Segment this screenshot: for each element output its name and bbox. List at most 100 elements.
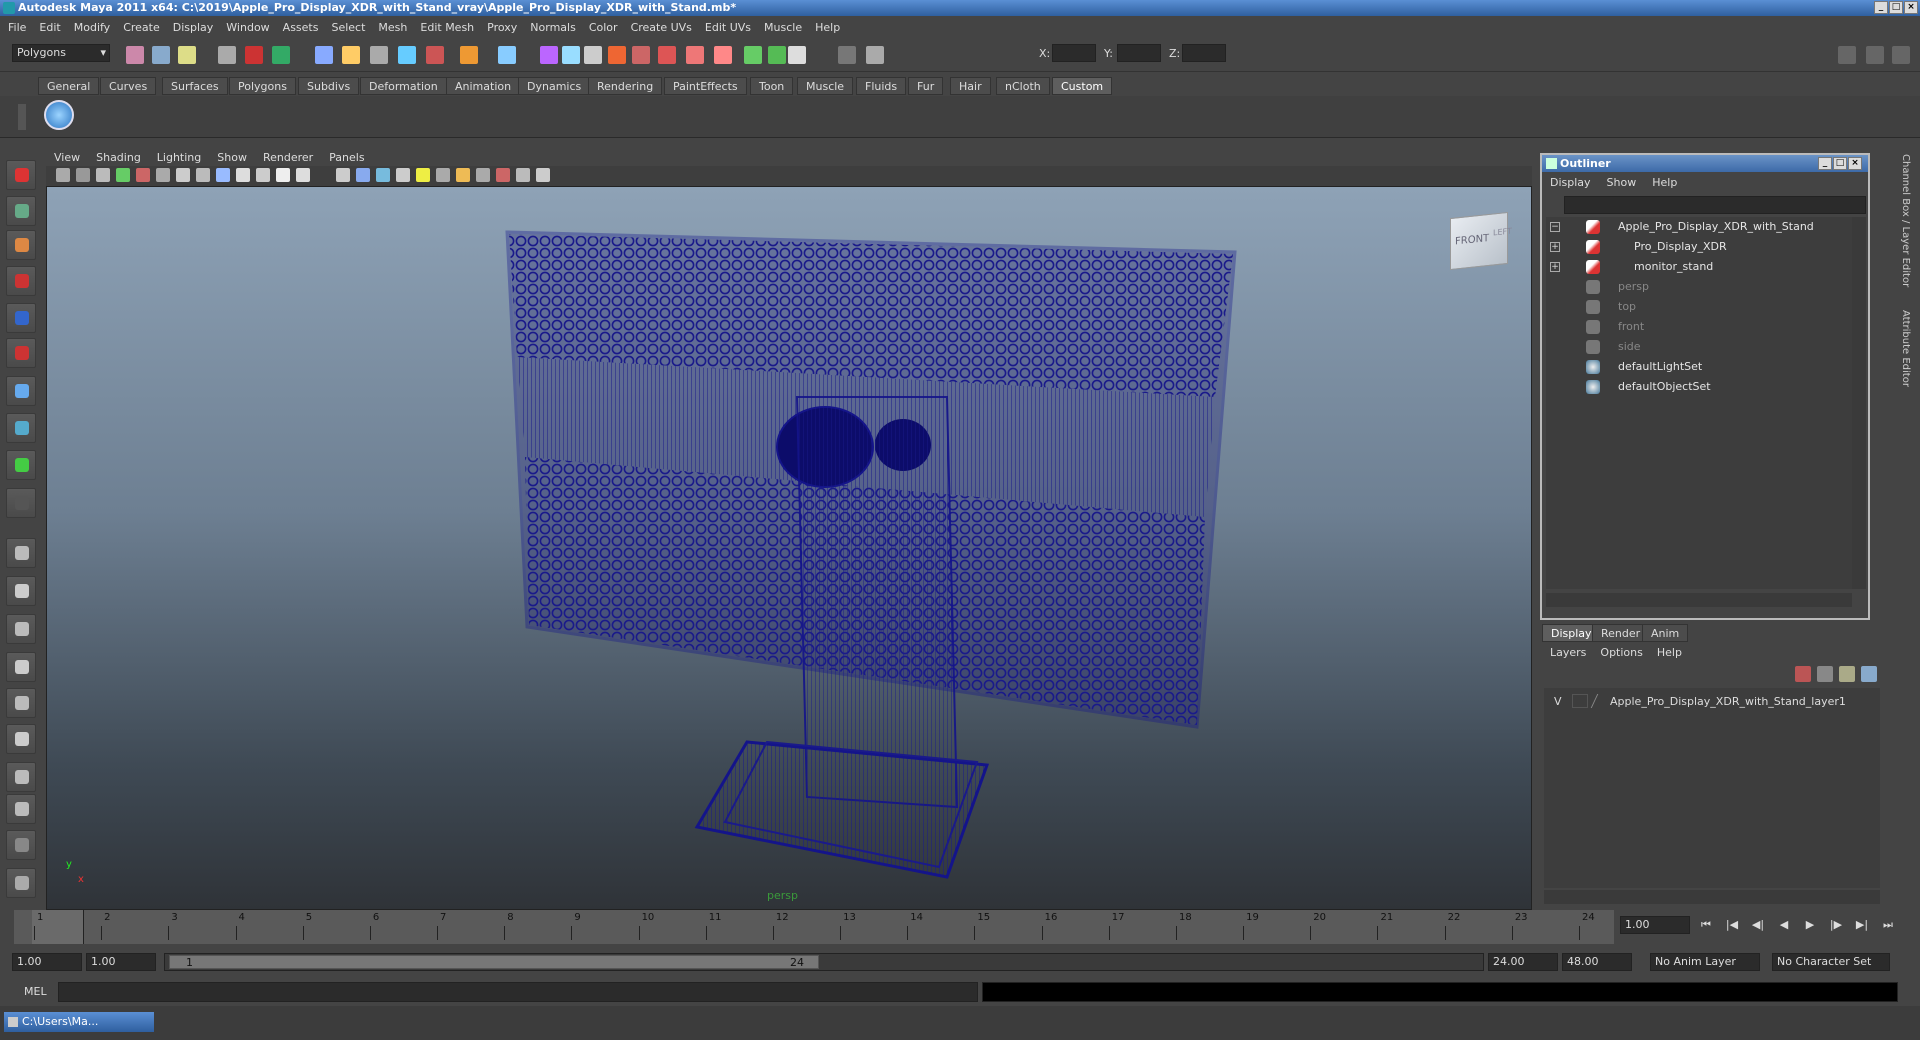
end-time-field[interactable]: 48.00: [1562, 953, 1632, 971]
hypershade-icon[interactable]: [584, 46, 602, 64]
shadows-icon[interactable]: [436, 168, 450, 182]
wireframe-on-shaded-icon[interactable]: [376, 168, 390, 182]
bookmarks-icon[interactable]: [116, 168, 130, 182]
render-view-icon[interactable]: [788, 46, 806, 64]
show-manipulator-icon[interactable]: [6, 450, 36, 480]
viewport-persp[interactable]: FRONT LEFT y x persp: [46, 186, 1532, 910]
camera-icon[interactable]: [838, 46, 856, 64]
safe-action-icon[interactable]: [276, 168, 290, 182]
shelf-tab-animation[interactable]: Animation: [446, 77, 521, 95]
outliner-item[interactable]: front: [1546, 317, 1852, 337]
step-back-frame-icon[interactable]: ◀|: [1750, 917, 1766, 933]
current-frame-field[interactable]: 1.00: [1620, 916, 1690, 934]
outliner-vscrollbar[interactable]: [1852, 217, 1866, 589]
outliner-item[interactable]: defaultLightSet: [1546, 357, 1852, 377]
outliner-layout-icon[interactable]: [6, 614, 36, 644]
shelf-tab-subdivs[interactable]: Subdivs: [298, 77, 360, 95]
new-layer-icon[interactable]: [1817, 666, 1833, 682]
layer-menu-layers[interactable]: Layers: [1550, 646, 1586, 659]
x-field[interactable]: [1052, 44, 1096, 62]
layer-template-toggle[interactable]: [1572, 694, 1588, 708]
character-set-dropdown[interactable]: No Character Set: [1772, 953, 1890, 971]
go-to-end-icon[interactable]: ⏭: [1880, 917, 1896, 933]
smooth-shade-icon[interactable]: [356, 168, 370, 182]
ipr-icon[interactable]: [540, 46, 558, 64]
move-tool-icon[interactable]: [6, 266, 36, 296]
time-ruler[interactable]: 1 2 3 4 5 6 7 8 9 10 11 12 13 14 15 16 17 18 19 20 21 22 23 24: [14, 910, 1614, 944]
script-layout-icon[interactable]: [6, 724, 36, 754]
render-icon[interactable]: [498, 46, 516, 64]
layer-menu-options[interactable]: Options: [1600, 646, 1642, 659]
graph-layout-icon[interactable]: [6, 652, 36, 682]
outliner-item[interactable]: top: [1546, 297, 1852, 317]
select-component-icon[interactable]: [272, 46, 290, 64]
channel-box-toggle-icon[interactable]: [1866, 46, 1884, 64]
shelf-tab-fur[interactable]: Fur: [908, 77, 944, 95]
menu-edit-mesh[interactable]: Edit Mesh: [420, 21, 474, 34]
outliner-minimize-button[interactable]: _: [1818, 157, 1832, 170]
xray-joints-icon[interactable]: [496, 168, 510, 182]
outliner-close-button[interactable]: ×: [1848, 157, 1862, 170]
outliner-menu-display[interactable]: Display: [1550, 176, 1591, 189]
menu-assets[interactable]: Assets: [283, 21, 319, 34]
attribute-editor-toggle-icon[interactable]: [1892, 46, 1910, 64]
layer-row[interactable]: V Apple_Pro_Display_XDR_with_Stand_layer…: [1544, 692, 1880, 712]
expand-icon[interactable]: +: [1550, 242, 1560, 252]
start-time-field[interactable]: 1.00: [12, 953, 82, 971]
minimize-button[interactable]: _: [1874, 1, 1888, 14]
two-d-pan-icon[interactable]: [156, 168, 170, 182]
snap-grid-icon[interactable]: [315, 46, 333, 64]
layer-tab-render[interactable]: Render: [1592, 624, 1650, 642]
texture-icon[interactable]: [396, 168, 410, 182]
menu-color[interactable]: Color: [589, 21, 618, 34]
select-object-icon[interactable]: [245, 46, 263, 64]
single-pane-layout-icon[interactable]: [6, 538, 36, 568]
make-live-icon[interactable]: [426, 46, 444, 64]
select-camera-icon[interactable]: [56, 168, 70, 182]
field-chart-icon[interactable]: [256, 168, 270, 182]
y-field[interactable]: [1117, 44, 1161, 62]
safe-title-icon[interactable]: [296, 168, 310, 182]
save-scene-icon[interactable]: [178, 46, 196, 64]
mel-label[interactable]: MEL: [24, 985, 47, 998]
range-handle[interactable]: 1 24: [169, 955, 819, 969]
viewport-menu-lighting[interactable]: Lighting: [157, 151, 201, 164]
film-gate-icon[interactable]: [196, 168, 210, 182]
mel-input[interactable]: [58, 982, 978, 1002]
view-cube[interactable]: FRONT LEFT: [1450, 211, 1512, 271]
camera-attributes-icon[interactable]: [96, 168, 110, 182]
shelf-tab-fluids[interactable]: Fluids: [856, 77, 907, 95]
lock-camera-icon[interactable]: [76, 168, 90, 182]
viewport-menu-shading[interactable]: Shading: [96, 151, 141, 164]
outliner-hscrollbar[interactable]: [1546, 593, 1852, 607]
snap-plane-icon[interactable]: [398, 46, 416, 64]
shelf-tab-rendering[interactable]: Rendering: [588, 77, 663, 95]
history-icon[interactable]: [460, 46, 478, 64]
layer-menu-help[interactable]: Help: [1657, 646, 1682, 659]
more-layouts-icon[interactable]: [6, 830, 36, 860]
menu-create-uvs[interactable]: Create UVs: [631, 21, 692, 34]
menu-proxy[interactable]: Proxy: [487, 21, 517, 34]
menu-display[interactable]: Display: [173, 21, 214, 34]
open-scene-icon[interactable]: [152, 46, 170, 64]
gate-mask-icon[interactable]: [236, 168, 250, 182]
close-button[interactable]: ×: [1904, 1, 1918, 14]
resolution-gate-icon[interactable]: [216, 168, 230, 182]
paint-select-tool-icon[interactable]: [6, 230, 36, 260]
camera-layout-icon[interactable]: [6, 794, 36, 824]
isolate-icon[interactable]: [456, 168, 470, 182]
select-hierarchy-icon[interactable]: [218, 46, 236, 64]
menu-help[interactable]: Help: [815, 21, 840, 34]
workspace-icon[interactable]: [6, 868, 36, 898]
layer-visibility-toggle[interactable]: V: [1554, 692, 1562, 712]
xray-components-icon[interactable]: [516, 168, 530, 182]
menu-muscle[interactable]: Muscle: [764, 21, 802, 34]
shelf-tab-surfaces[interactable]: Surfaces: [162, 77, 228, 95]
outliner-menu-help[interactable]: Help: [1652, 176, 1677, 189]
shelf-tab-hair[interactable]: Hair: [950, 77, 991, 95]
menu-mesh[interactable]: Mesh: [378, 21, 407, 34]
check-icon[interactable]: [44, 100, 74, 130]
last-tool-icon[interactable]: [6, 488, 36, 518]
shelf-tab-toon[interactable]: Toon: [750, 77, 794, 95]
soft-mod-icon[interactable]: [768, 46, 786, 64]
